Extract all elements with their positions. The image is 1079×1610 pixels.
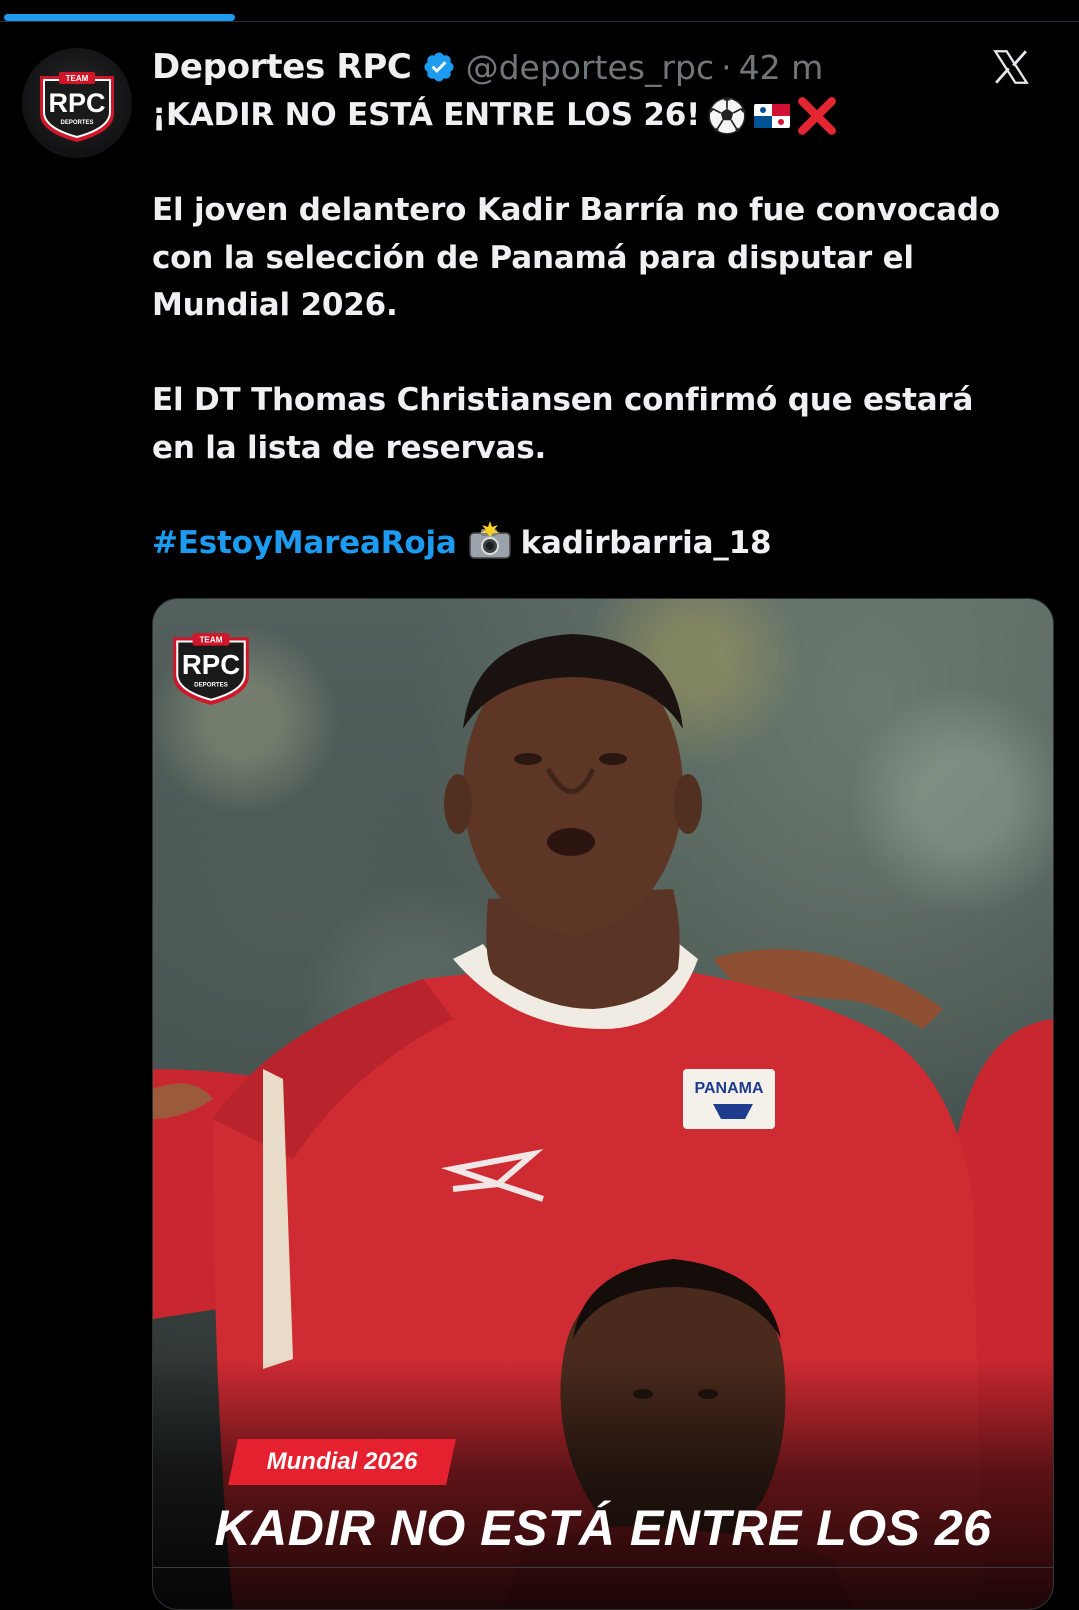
post-paragraph-1-line-1: El joven delantero Kadir Barría no fue c… (152, 192, 1000, 228)
post-paragraph-2-line-1: El DT Thomas Christiansen confirmó que e… (152, 382, 974, 418)
x-logo-icon[interactable] (990, 46, 1032, 88)
post-paragraph-2-line-2: en la lista de reservas. (152, 429, 547, 466)
post-paragraph-1-line-3: Mundial 2026. (152, 287, 398, 323)
post-hashtag-line: #EstoyMareaRoja kadirbarria_18 (152, 520, 1052, 568)
panama-flag-icon (754, 103, 791, 128)
card-logo-team-text: TEAM (199, 636, 222, 645)
soccer-ball-icon (708, 96, 746, 135)
post-headline: ¡KADIR NO ESTÁ ENTRE LOS 26! (152, 97, 701, 133)
mundial-tag: Mundial 2026 (266, 1448, 418, 1475)
hashtag-link[interactable]: #EstoyMareaRoja (152, 525, 457, 561)
logo-sub-text: DEPORTES (60, 120, 93, 126)
story-progress-track (0, 0, 1079, 22)
jersey-text: PANAMA (694, 1080, 763, 1097)
post-paragraph-1-line-2: con la selección de Panamá para disputar… (152, 239, 914, 276)
rpc-logo: TEAM RPC DEPORTES (40, 72, 114, 142)
card-rpc-logo: TEAM RPC DEPORTES (173, 633, 249, 705)
post-time[interactable]: 42 m (739, 48, 824, 87)
verified-badge-icon (424, 52, 454, 82)
card-headline: KADIR NO ESTÁ ENTRE LOS 26 (214, 1500, 992, 1556)
media-image-card[interactable]: PANAMA TEAM RPC DEPORTES Mundial 2026 KA… (152, 598, 1054, 1610)
logo-brand-text: RPC (48, 88, 105, 118)
photo-credit: kadirbarria_18 (520, 524, 772, 561)
card-logo-brand-text: RPC (182, 649, 240, 680)
post-headline-line: ¡KADIR NO ESTÁ ENTRE LOS 26! (152, 92, 1052, 140)
card-divider (153, 1567, 1053, 1568)
separator-dot: · (721, 47, 732, 87)
post-body: ¡KADIR NO ESTÁ ENTRE LOS 26! El joven de… (152, 92, 1052, 567)
logo-team-text: TEAM (66, 74, 89, 83)
story-progress-fill (4, 14, 235, 21)
post-header: Deportes RPC @deportes_rpc · 42 m (152, 44, 823, 90)
author-name[interactable]: Deportes RPC (152, 47, 412, 87)
camera-flash-icon (468, 520, 511, 559)
card-logo-sub-text: DEPORTES (194, 681, 228, 688)
avatar[interactable]: TEAM RPC DEPORTES (22, 48, 132, 158)
cross-mark-icon (798, 96, 837, 135)
author-handle[interactable]: @deportes_rpc (466, 48, 715, 87)
